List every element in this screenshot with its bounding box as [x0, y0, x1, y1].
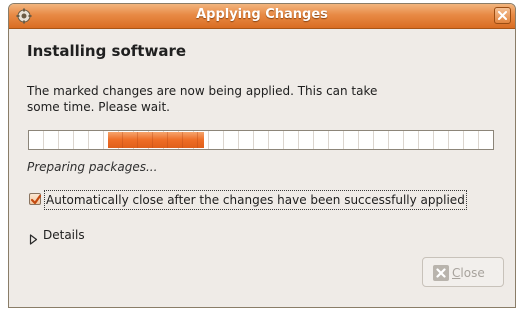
triangle-right-icon[interactable] [29, 230, 38, 249]
auto-close-label[interactable]: Automatically close after the changes ha… [44, 190, 467, 210]
close-icon [433, 265, 449, 281]
close-button-label: Close [452, 266, 485, 280]
progress-status-text: Preparing packages... [27, 160, 158, 174]
title-bar[interactable]: Applying Changes [9, 4, 515, 29]
close-button[interactable]: Close [422, 257, 504, 287]
checkmark-icon [30, 194, 42, 205]
progress-bar [28, 130, 494, 150]
titlebar-close-button[interactable] [494, 7, 511, 24]
auto-close-checkbox[interactable] [29, 193, 42, 205]
details-label[interactable]: Details [43, 227, 85, 244]
dialog-heading: Installing software [27, 42, 187, 60]
progress-pulse [108, 132, 204, 148]
dialog-description: The marked changes are now being applied… [27, 84, 378, 114]
close-icon [498, 11, 507, 20]
window-title: Applying Changes [196, 7, 328, 22]
applying-changes-dialog: Applying Changes Installing software The… [8, 3, 516, 308]
